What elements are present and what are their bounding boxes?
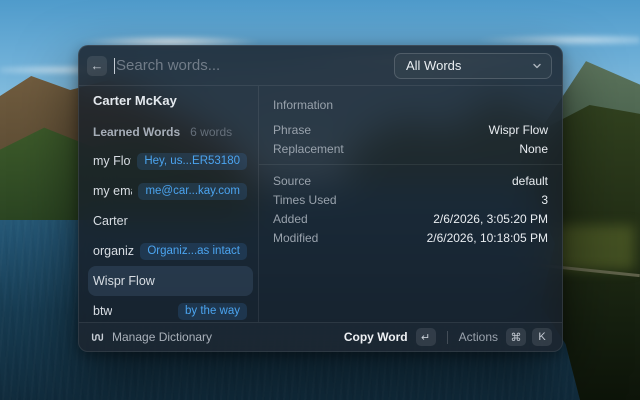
back-button[interactable]: ← xyxy=(87,55,107,76)
info-rows: Phrase Wispr Flow Replacement None Source def… xyxy=(259,120,562,247)
info-value: default xyxy=(511,173,548,188)
info-row: Times Used 3 xyxy=(273,190,548,209)
back-arrow-icon: ← xyxy=(90,58,104,73)
command-key-icon: ⌘ xyxy=(506,328,526,346)
replacement-badge: Organiz...as intact xyxy=(140,242,247,260)
divider xyxy=(259,164,562,165)
search-bar: ← All Words xyxy=(79,46,562,85)
word-filter-value: All Words xyxy=(406,58,462,73)
info-row: Phrase Wispr Flow xyxy=(273,120,548,139)
info-value: Wispr Flow xyxy=(488,122,548,137)
info-label: Replacement xyxy=(273,141,344,156)
info-row: Added 2/6/2026, 3:05:20 PM xyxy=(273,209,548,228)
chevron-down-icon xyxy=(532,61,542,71)
footer-bar: Manage Dictionary Copy Word ↵ Actions ⌘ … xyxy=(79,322,562,351)
info-label: Phrase xyxy=(273,122,312,137)
info-value: 2/6/2026, 10:18:05 PM xyxy=(426,230,548,245)
info-label: Modified xyxy=(273,230,319,245)
footer-actions: Copy Word ↵ Actions ⌘ K xyxy=(344,328,552,346)
info-label: Added xyxy=(273,211,308,226)
info-row: Modified 2/6/2026, 10:18:05 PM xyxy=(273,228,548,247)
info-label: Source xyxy=(273,173,312,188)
return-key-icon: ↵ xyxy=(415,328,436,346)
list-item[interactable]: Wispr Flow xyxy=(88,266,253,296)
divider xyxy=(446,330,448,344)
list-item[interactable]: Carter xyxy=(88,206,253,236)
information-panel: Information Phrase Wispr Flow Replacement N… xyxy=(259,86,562,322)
list-item-label: my email a... xyxy=(93,184,132,198)
copy-word-button[interactable]: Copy Word xyxy=(344,330,408,344)
replacement-badge: me@car...kay.com xyxy=(138,182,247,200)
learned-words-list: my Flow ref... Hey, us...ER53180 my email … xyxy=(88,146,253,326)
k-key-icon: K xyxy=(532,328,552,346)
info-label: Times Used xyxy=(273,192,337,207)
list-item-label: btw xyxy=(93,304,113,318)
list-item[interactable]: my email a... me@car...kay.com xyxy=(88,176,253,206)
list-item-label: Wispr Flow xyxy=(93,274,155,288)
replacement-badge: by the way xyxy=(178,302,247,320)
info-value: 3 xyxy=(541,192,548,207)
info-value: None xyxy=(519,141,548,156)
manage-dictionary-label: Manage Dictionary xyxy=(112,330,213,344)
search-input[interactable] xyxy=(115,57,386,74)
replacement-badge: Hey, us...ER53180 xyxy=(137,152,247,170)
section-label: Learned Words xyxy=(93,125,181,139)
dictionary-search-window: ← All Words Carter McKay Learned Words 6… xyxy=(78,45,563,352)
word-count: 6 words xyxy=(190,125,233,139)
manage-dictionary-button[interactable]: Manage Dictionary xyxy=(91,330,212,344)
information-title: Information xyxy=(273,98,334,112)
section-header: Learned Words 6 words xyxy=(93,125,248,139)
list-item[interactable]: organize th... Organiz...as intact xyxy=(88,236,253,266)
word-filter-dropdown[interactable]: All Words xyxy=(394,52,552,79)
wispr-flow-logo-icon xyxy=(91,331,104,344)
user-name: Carter McKay xyxy=(93,93,177,108)
main-content: Carter McKay Learned Words 6 words my Fl… xyxy=(79,86,562,322)
list-item-label: my Flow ref... xyxy=(93,154,131,168)
info-row: Replacement None xyxy=(273,139,548,158)
info-value: 2/6/2026, 3:05:20 PM xyxy=(433,211,548,226)
actions-button[interactable]: Actions xyxy=(459,330,498,344)
list-item-label: Carter xyxy=(93,214,128,228)
learned-words-panel: Carter McKay Learned Words 6 words my Fl… xyxy=(79,86,259,322)
list-item[interactable]: my Flow ref... Hey, us...ER53180 xyxy=(88,146,253,176)
list-item-label: organize th... xyxy=(93,244,134,258)
info-row: Source default xyxy=(273,171,548,190)
